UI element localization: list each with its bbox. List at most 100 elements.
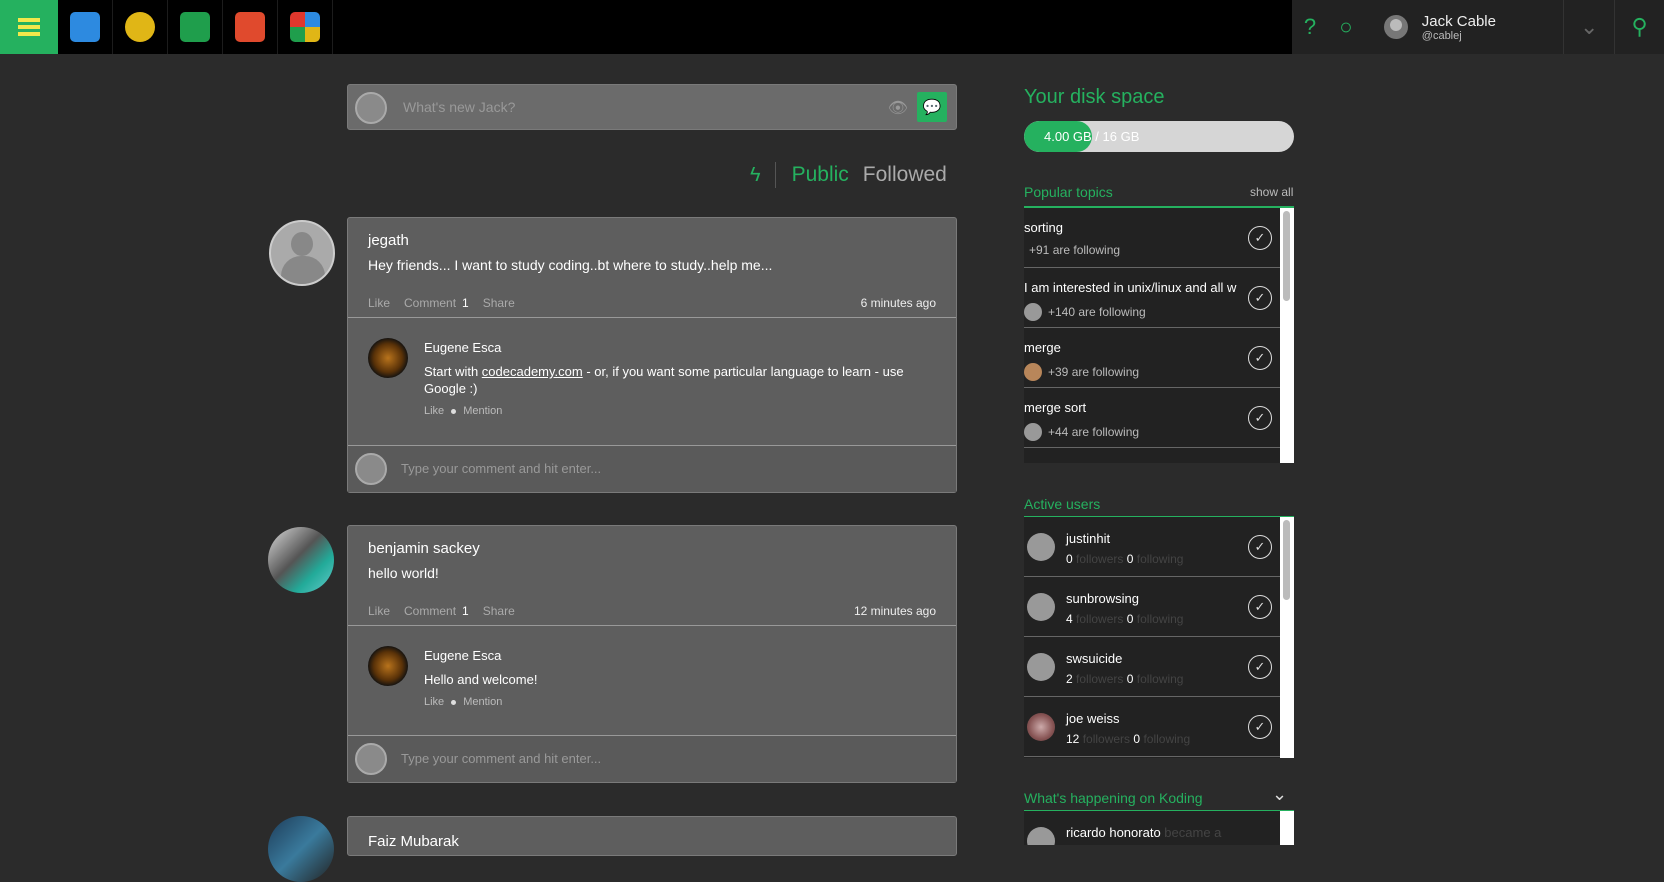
topic-title[interactable]: merge sort <box>1024 400 1248 415</box>
list-item[interactable]: merge +39 are following ✓ <box>1024 328 1280 388</box>
topic-title[interactable]: merge <box>1024 340 1248 355</box>
post-author-avatar[interactable] <box>269 220 335 286</box>
follow-check-icon[interactable]: ✓ <box>1248 655 1272 679</box>
post-actions: Like Comment 1 Share <box>368 296 529 310</box>
status-composer[interactable]: What's new Jack? 👁 💬 <box>347 84 957 130</box>
scrollbar-thumb[interactable] <box>1283 211 1290 301</box>
list-item[interactable]: sorting +91 are following ✓ <box>1024 208 1280 268</box>
tab-public[interactable]: Public <box>792 163 849 187</box>
like-button[interactable]: Like <box>368 296 390 310</box>
post-button[interactable]: 💬 <box>917 92 947 122</box>
follow-check-icon[interactable]: ✓ <box>1248 286 1272 310</box>
chevron-down-icon[interactable]: ⌄ <box>1272 784 1287 805</box>
hamburger-icon <box>18 15 40 39</box>
list-item[interactable]: sunbrowsing 4 followers 0 following ✓ <box>1024 577 1280 637</box>
share-button[interactable]: Share <box>483 604 515 618</box>
post-text: hello world! <box>368 565 439 581</box>
scrollbar[interactable] <box>1280 208 1294 463</box>
comment-button[interactable]: Comment <box>404 604 456 618</box>
scrollbar[interactable] <box>1280 811 1294 845</box>
avatar[interactable] <box>368 646 408 686</box>
whats-happening-list: ricardo honorato became a <box>1024 811 1294 845</box>
avatar <box>355 743 387 775</box>
comment-input[interactable]: Type your comment and hit enter... <box>401 751 601 766</box>
status-circle-icon[interactable]: ○ <box>1328 0 1364 54</box>
list-item[interactable]: swsuicide 2 followers 0 following ✓ <box>1024 637 1280 697</box>
comment-author[interactable]: Eugene Esca <box>424 340 936 355</box>
avatar <box>1024 303 1042 321</box>
comment-author[interactable]: Eugene Esca <box>424 648 936 663</box>
help-icon[interactable]: ? <box>1292 0 1328 54</box>
avatar[interactable] <box>1027 653 1055 681</box>
disk-usage-bar: 4.00 GB / 16 GB <box>1024 121 1294 152</box>
topic-followers: +44 are following <box>1048 425 1140 439</box>
list-item[interactable]: ricardo honorato became a <box>1024 811 1280 845</box>
avatar[interactable] <box>1027 533 1055 561</box>
user-account-menu[interactable]: Jack Cable @cablej <box>1383 13 1563 42</box>
avatar <box>355 453 387 485</box>
comment-button[interactable]: Comment <box>404 296 456 310</box>
share-button[interactable]: Share <box>483 296 515 310</box>
top-bar: ? ○ Jack Cable @cablej ⌄ ⚲ <box>0 0 1664 54</box>
app-dock <box>58 0 333 54</box>
topic-followers: +91 are following <box>1029 243 1121 257</box>
topic-followers-row: +44 are following <box>1024 423 1280 441</box>
list-item[interactable]: I am interested in unix/linux and all w … <box>1024 268 1280 328</box>
follow-check-icon[interactable]: ✓ <box>1248 406 1272 430</box>
list-item[interactable]: merge sort +44 are following ✓ <box>1024 388 1280 448</box>
comment-reply-box[interactable]: Type your comment and hit enter... <box>348 446 956 492</box>
avatar[interactable] <box>1027 713 1055 741</box>
show-all-link[interactable]: show all <box>1250 185 1293 199</box>
tab-followed[interactable]: Followed <box>863 163 947 187</box>
app-dock-item-koding[interactable] <box>113 0 168 54</box>
follow-check-icon[interactable]: ✓ <box>1248 346 1272 370</box>
scrollbar-thumb[interactable] <box>1283 520 1290 600</box>
comment-count: 1 <box>462 604 469 618</box>
post-author[interactable]: benjamin sackey <box>368 540 936 557</box>
follow-check-icon[interactable]: ✓ <box>1248 226 1272 250</box>
scrollbar[interactable] <box>1280 517 1294 758</box>
lightning-icon[interactable]: ϟ <box>750 164 761 187</box>
app-dock-item-chat[interactable] <box>58 0 113 54</box>
topic-title[interactable]: sorting <box>1024 220 1248 235</box>
post-author-avatar[interactable] <box>268 816 334 882</box>
mention-button[interactable]: Mention <box>463 405 502 417</box>
app-dock-item-notes[interactable] <box>223 0 278 54</box>
follow-check-icon[interactable]: ✓ <box>1248 715 1272 739</box>
follow-check-icon[interactable]: ✓ <box>1248 535 1272 559</box>
app-dock-item-terminal[interactable] <box>168 0 223 54</box>
post-author-avatar[interactable] <box>268 527 334 593</box>
app-dock-item-add[interactable] <box>278 0 333 54</box>
comment-count: 1 <box>462 296 469 310</box>
comment-reply-box[interactable]: Type your comment and hit enter... <box>348 736 956 782</box>
active-users-title: Active users <box>1024 496 1101 512</box>
list-item[interactable]: joe weiss 12 followers 0 following ✓ <box>1024 697 1280 757</box>
comment-link[interactable]: codecademy.com <box>482 364 583 379</box>
user-stats: 4 followers 0 following <box>1066 612 1184 626</box>
post-author[interactable]: jegath <box>368 232 936 249</box>
search-icon[interactable]: ⚲ <box>1614 0 1664 54</box>
post-author[interactable]: Faiz Mubarak <box>368 833 936 850</box>
list-item[interactable]: justinhit 0 followers 0 following ✓ <box>1024 517 1280 577</box>
topic-title[interactable]: I am interested in unix/linux and all w <box>1024 280 1248 295</box>
activity-post: jegath Hey friends... I want to study co… <box>347 217 957 493</box>
like-button[interactable]: Like <box>368 604 390 618</box>
user-name[interactable]: ricardo honorato <box>1066 825 1161 840</box>
avatar[interactable] <box>1027 593 1055 621</box>
avatar[interactable] <box>1027 827 1055 845</box>
follow-check-icon[interactable]: ✓ <box>1248 595 1272 619</box>
comment-text: Hello and welcome! <box>424 672 538 687</box>
topic-followers: +39 are following <box>1048 365 1140 379</box>
comment-like-button[interactable]: Like <box>424 405 444 417</box>
status-input[interactable]: What's new Jack? <box>403 99 515 115</box>
separator-dot <box>451 408 457 414</box>
comment-like-button[interactable]: Like <box>424 696 444 708</box>
main-menu-button[interactable] <box>0 0 58 54</box>
comment-input[interactable]: Type your comment and hit enter... <box>401 461 601 476</box>
avatar <box>355 92 387 124</box>
avatar[interactable] <box>368 338 408 378</box>
chevron-down-icon[interactable]: ⌄ <box>1564 0 1614 54</box>
comment-item: Eugene Esca Start with codecademy.com - … <box>348 318 956 446</box>
eye-icon[interactable]: 👁 <box>888 98 908 118</box>
mention-button[interactable]: Mention <box>463 696 502 708</box>
